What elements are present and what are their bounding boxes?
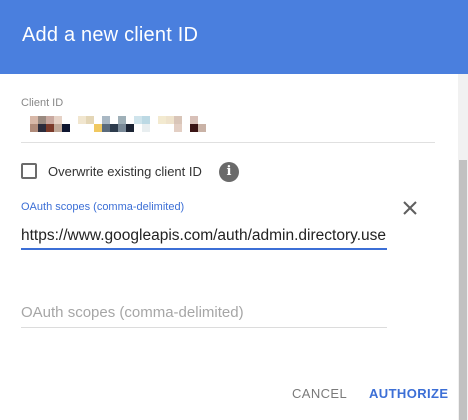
oauth-scopes-label: OAuth scopes (comma-delimited) (21, 201, 185, 213)
oauth-scopes-underline-focused (21, 248, 387, 250)
client-id-underline (21, 142, 435, 143)
dialog-header: Add a new client ID (0, 0, 468, 74)
client-id-label: Client ID (21, 97, 64, 109)
oauth-scopes-underline-empty (21, 327, 387, 328)
authorize-button[interactable]: AUTHORIZE (369, 386, 448, 401)
oauth-scopes-input[interactable] (21, 224, 387, 248)
scrollbar-thumb[interactable] (459, 160, 467, 420)
close-icon[interactable] (401, 199, 419, 217)
cancel-button[interactable]: CANCEL (292, 386, 347, 401)
overwrite-checkbox-label[interactable]: Overwrite existing client ID (48, 164, 202, 179)
oauth-scopes-input-empty[interactable]: OAuth scopes (comma-delimited) (21, 304, 387, 326)
overwrite-checkbox[interactable] (21, 163, 37, 179)
dialog-title: Add a new client ID (22, 24, 199, 46)
scrollbar-track[interactable] (458, 74, 468, 420)
info-icon[interactable]: i (219, 162, 239, 182)
add-client-id-dialog: Add a new client ID Client ID Overwrite … (0, 0, 468, 420)
client-id-value-redacted (24, 116, 224, 136)
